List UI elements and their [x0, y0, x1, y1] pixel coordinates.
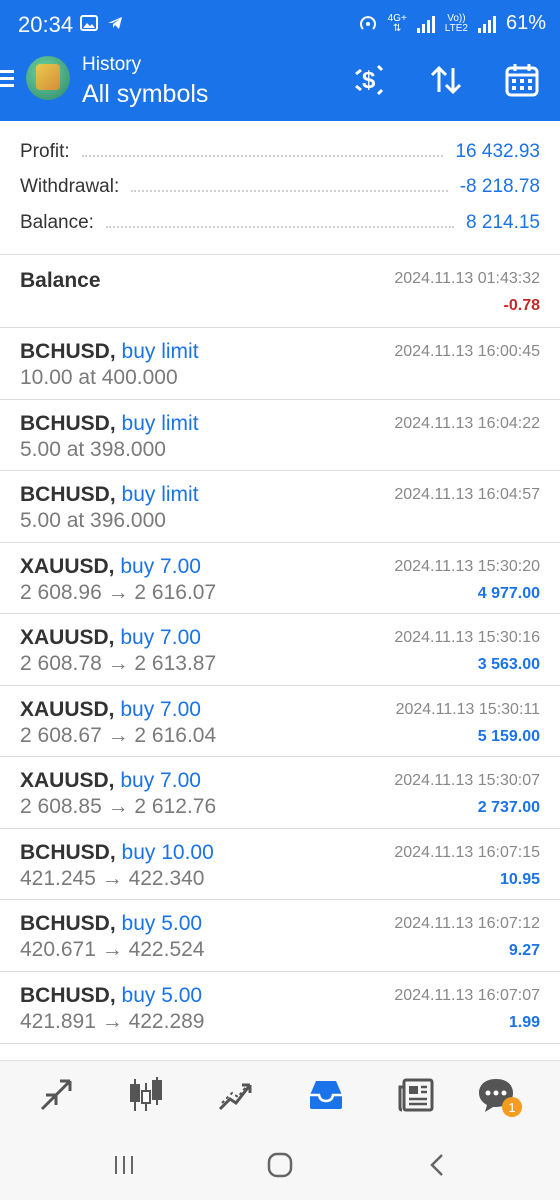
list-item[interactable]: BCHUSD, buy 10.00 421.245 → 422.340 2024…	[0, 829, 560, 900]
withdrawal-label: Withdrawal:	[20, 176, 120, 197]
chart-icon[interactable]	[124, 1073, 168, 1117]
list-item[interactable]: BCHUSD, buy limit 5.00 at 396.000 2024.1…	[0, 471, 560, 543]
trade-icon[interactable]	[214, 1073, 258, 1117]
chat-icon[interactable]: 1	[474, 1073, 522, 1117]
signal-icon-2	[477, 15, 496, 33]
balance-entry-time: 2024.11.13 01:43:32	[394, 270, 540, 287]
profit-row: Profit: 16 432.93	[20, 137, 540, 167]
list-item[interactable]: BCHUSD, buy limit 5.00 at 398.000 2024.1…	[0, 400, 560, 471]
system-navigation-bar	[0, 1128, 560, 1200]
battery-level: 61%	[505, 12, 546, 34]
balance-value: 8 214.15	[466, 212, 540, 233]
status-bar: 20:34 4G+ ⇅ Vo)) LTE2 61%	[18, 12, 546, 37]
back-icon[interactable]	[418, 1150, 458, 1180]
gallery-icon	[80, 15, 98, 31]
telegram-icon	[108, 17, 122, 29]
balance-entry-amount: -0.78	[503, 297, 540, 314]
list-item[interactable]: XAUUSD, buy 7.00 2 608.78 → 2 613.87 202…	[0, 614, 560, 686]
network-type-2: Vo))	[447, 12, 466, 24]
balance-entry[interactable]: Balance 2024.11.13 01:43:32 -0.78	[0, 255, 560, 328]
list-item[interactable]: BCHUSD, buy 5.00 420.671 → 422.524 2024.…	[0, 900, 560, 972]
list-item[interactable]: XAUUSD, buy 7.00 2 608.85 → 2 612.76 202…	[0, 757, 560, 829]
balance-row: Balance: 8 214.15	[20, 208, 540, 238]
news-icon[interactable]	[394, 1073, 438, 1117]
chat-badge: 1	[502, 1097, 522, 1117]
profit-value: 16 432.93	[455, 141, 540, 162]
hotspot-icon	[359, 15, 376, 30]
symbol-selector[interactable]: All symbols	[82, 80, 208, 109]
bottom-navigation: 1	[0, 1060, 560, 1128]
deposit-withdraw-icon[interactable]: $	[350, 60, 390, 100]
list-item[interactable]: XAUUSD, buy 7.00 2 608.96 → 2 616.07 202…	[0, 543, 560, 614]
withdrawal-row: Withdrawal: -8 218.78	[20, 172, 540, 202]
list-item[interactable]: BCHUSD, buy limit 10.00 at 400.000 2024.…	[0, 328, 560, 400]
svg-text:$: $	[362, 67, 376, 94]
app-header: 20:34 4G+ ⇅ Vo)) LTE2 61% History All symb…	[0, 0, 560, 121]
withdrawal-value: -8 218.78	[459, 176, 540, 197]
balance-entry-label: Balance	[20, 269, 101, 292]
status-time: 20:34	[18, 12, 74, 37]
sort-icon[interactable]	[426, 60, 466, 100]
menu-icon[interactable]	[0, 66, 16, 94]
home-icon[interactable]	[260, 1150, 300, 1180]
calendar-icon[interactable]	[502, 60, 542, 100]
app-logo	[26, 56, 70, 100]
network-type-2-sub: LTE2	[444, 22, 468, 34]
summary-panel: Profit: 16 432.93 Withdrawal: -8 218.78 …	[0, 121, 560, 255]
history-icon[interactable]	[304, 1073, 348, 1117]
signal-icon-1	[416, 15, 435, 33]
network-type-1: 4G+	[387, 12, 407, 24]
balance-label: Balance:	[20, 212, 94, 233]
profit-label: Profit:	[20, 141, 70, 162]
recent-apps-icon[interactable]	[104, 1150, 144, 1180]
quotes-icon[interactable]	[34, 1073, 78, 1117]
header-subtitle: History	[82, 54, 142, 75]
list-item[interactable]: BCHUSD, buy 5.00 421.891 → 422.289 2024.…	[0, 972, 560, 1044]
list-item[interactable]: XAUUSD, buy 7.00 2 608.67 → 2 616.04 202…	[0, 686, 560, 757]
